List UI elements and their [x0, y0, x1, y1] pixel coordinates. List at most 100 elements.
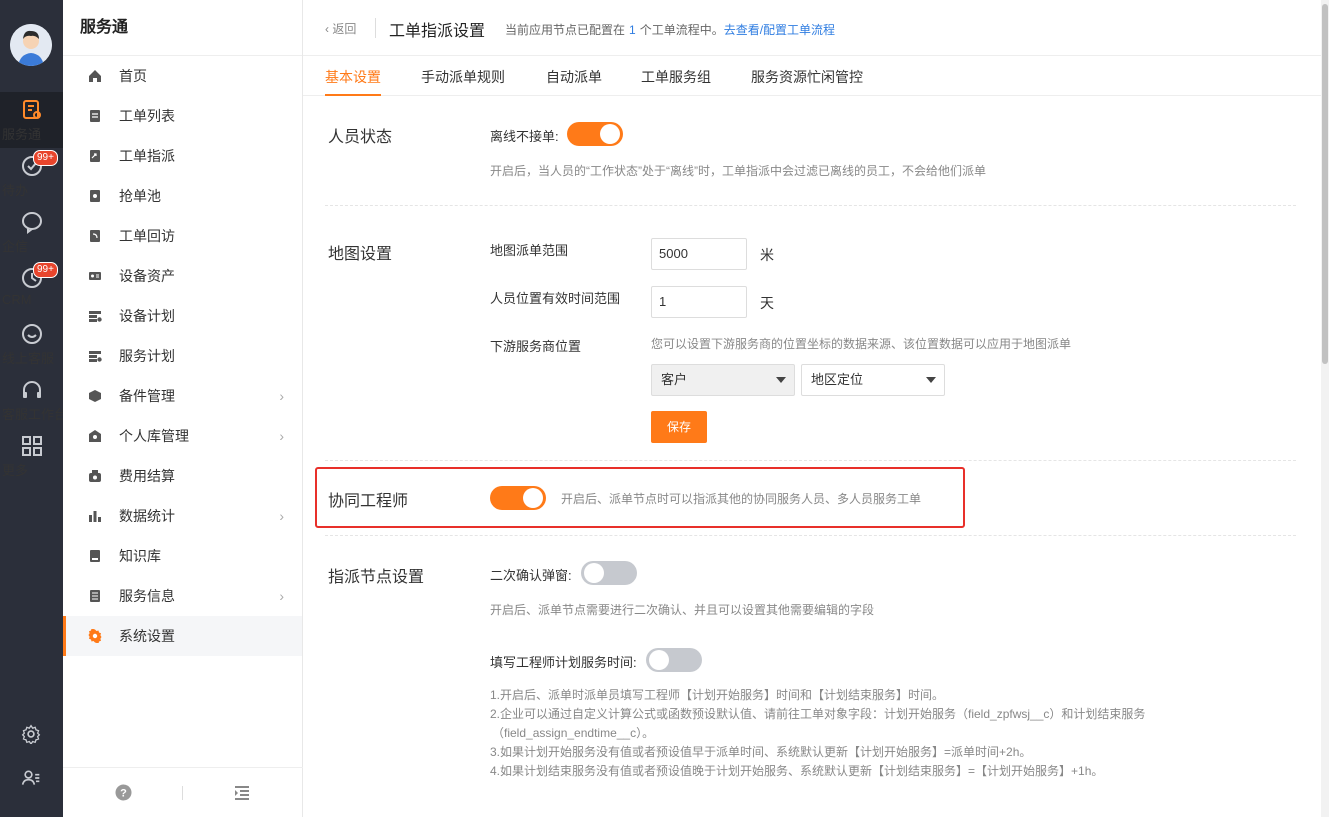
rail-item-crm[interactable]: 99+ CRM [0, 260, 63, 316]
section-map-title: 地图设置 [328, 246, 393, 263]
tab-auto-dispatch[interactable]: 自动派单 [546, 67, 602, 87]
rail-item-service[interactable]: 服务通 [0, 92, 63, 148]
sidebar-item-knowledge[interactable]: 知识库 [63, 536, 302, 576]
collapse-menu-icon[interactable] [233, 784, 251, 802]
location-valid-label: 人员位置有效时间范围 [490, 291, 621, 306]
page-header: ‹ 返回 工单指派设置 当前应用节点已配置在 1 个工单流程中。去查看/配置工单流程 [303, 0, 1321, 56]
note-line: 2.企业可以通过自定义计算公式或函数预设默认值、请前往工单对象字段：计划开始服务… [490, 707, 1146, 721]
app-rail: 服务通 99+ 待办 企信 99+ CRM 线上客服 客服工作台 更多 [0, 0, 67, 817]
rail-item-online-service[interactable]: 线上客服 [0, 316, 63, 372]
rail-label: 待办 [2, 183, 29, 198]
sidebar-item-device-plan[interactable]: 设备计划 [63, 296, 302, 336]
collaborative-engineer-hint: 开启后、派单节点时可以指派其他的协同服务人员、多人员服务工单 [561, 492, 922, 506]
sidebar-item-system-settings[interactable]: 系统设置 [63, 616, 302, 656]
rail-item-chat[interactable]: 企信 [0, 204, 63, 260]
rail-label: CRM [2, 292, 32, 307]
sidebar-item-label: 服务计划 [119, 348, 175, 364]
parts-icon [89, 390, 101, 402]
settings-gear-icon[interactable] [21, 724, 41, 744]
location-valid-input[interactable]: 1 [651, 286, 747, 318]
page-title: 工单指派设置 [389, 23, 486, 40]
sidebar-item-parts[interactable]: 备件管理 › [63, 376, 302, 416]
save-button[interactable]: 保存 [651, 411, 707, 443]
svg-text:?: ? [120, 788, 127, 800]
plan-time-notes: 1.开启后、派单时派单员填写工程师【计划开始服务】时间和【计划结束服务】时间。 … [490, 686, 1145, 781]
section-engineer-title: 协同工程师 [328, 493, 409, 510]
sidebar-item-asset[interactable]: 设备资产 [63, 256, 302, 296]
note-line: 1.开启后、派单时派单员填写工程师【计划开始服务】时间和【计划结束服务】时间。 [490, 688, 945, 702]
tab-bar: 基本设置 手动派单规则 自动派单 工单服务组 服务资源忙闲管控 [303, 56, 1321, 96]
vertical-scrollbar[interactable] [1321, 0, 1329, 817]
configure-workflow-link[interactable]: 去查看/配置工单流程 [724, 23, 835, 37]
sidebar-item-statistics[interactable]: 数据统计 › [63, 496, 302, 536]
header-divider [375, 18, 376, 38]
sidebar-item-service-info[interactable]: 服务信息 › [63, 576, 302, 616]
location-source-select[interactable]: 客户 [651, 364, 795, 396]
rail-item-headset[interactable]: 客服工作台 [0, 372, 67, 428]
personal-store-icon [89, 430, 101, 442]
sidebar-item-grab-pool[interactable]: 抢单池 [63, 176, 302, 216]
map-range-input[interactable]: 5000 [651, 238, 747, 270]
footer-divider [182, 786, 183, 800]
todo-badge: 99+ [33, 150, 58, 166]
sidebar-item-label: 工单指派 [119, 148, 175, 164]
sidebar-item-label: 知识库 [119, 548, 161, 564]
location-type-select[interactable]: 地区定位 [801, 364, 945, 396]
tab-service-group[interactable]: 工单服务组 [641, 67, 711, 87]
headset-icon [22, 381, 41, 398]
sidebar-item-order-assign[interactable]: 工单指派 [63, 136, 302, 176]
user-list-icon[interactable] [21, 768, 41, 788]
sidebar-item-label: 数据统计 [119, 508, 175, 524]
chevron-right-icon: › [279, 508, 284, 524]
sidebar: 服务通 首页 工单列表 工单指派 抢单池 工单回访 设备资产 设备计划 服务计划… [63, 0, 303, 817]
back-link[interactable]: ‹ 返回 [325, 20, 356, 37]
tab-resource-busy-control[interactable]: 服务资源忙闲管控 [751, 67, 863, 87]
confirm-popup-hint: 开启后、派单节点需要进行二次确认、并且可以设置其他需要编辑的字段 [490, 603, 875, 617]
sidebar-item-label: 抢单池 [119, 188, 161, 204]
plan-time-toggle[interactable] [646, 648, 702, 672]
rail-item-todo[interactable]: 99+ 待办 [0, 148, 63, 204]
location-valid-unit: 天 [760, 295, 774, 311]
confirm-popup-toggle[interactable] [581, 561, 637, 585]
sidebar-item-label: 个人库管理 [119, 428, 189, 444]
offline-hint: 开启后，当人员的“工作状态”处于“离线”时，工单指派中会过滤已离线的员工，不会给… [490, 164, 986, 178]
main-content: ‹ 返回 工单指派设置 当前应用节点已配置在 1 个工单流程中。去查看/配置工单流程… [303, 0, 1321, 817]
rail-label: 更多 [2, 463, 29, 478]
sidebar-item-service-plan[interactable]: 服务计划 [63, 336, 302, 376]
chat-bubble-icon [21, 212, 42, 234]
info-prefix: 当前应用节点已配置在 [505, 23, 626, 37]
downstream-location-label: 下游服务商位置 [490, 339, 582, 354]
asset-icon [89, 272, 101, 280]
rail-label: 线上客服 [2, 351, 55, 366]
scrollbar-thumb[interactable] [1322, 4, 1328, 364]
sidebar-item-label: 系统设置 [119, 628, 175, 644]
sidebar-item-order-list[interactable]: 工单列表 [63, 96, 302, 136]
crm-badge: 99+ [33, 262, 58, 278]
user-avatar[interactable] [10, 24, 52, 66]
offline-toggle[interactable] [567, 122, 623, 146]
revisit-icon [90, 230, 100, 242]
bar-chart-icon [89, 511, 101, 522]
online-service-icon [21, 324, 42, 344]
service-icon [22, 100, 41, 119]
sidebar-item-label: 工单列表 [119, 108, 175, 124]
sidebar-item-revisit[interactable]: 工单回访 [63, 216, 302, 256]
tab-manual-dispatch-rules[interactable]: 手动派单规则 [421, 67, 505, 87]
sidebar-item-home[interactable]: 首页 [63, 56, 302, 96]
help-icon[interactable]: ? [115, 784, 132, 801]
service-info-icon [90, 590, 100, 602]
back-label: 返回 [332, 22, 357, 36]
tab-basic-settings[interactable]: 基本设置 [325, 67, 381, 96]
section-assign-node-title: 指派节点设置 [328, 569, 425, 586]
settlement-icon [89, 470, 101, 482]
sidebar-item-settlement[interactable]: 费用结算 [63, 456, 302, 496]
chevron-right-icon: › [279, 388, 284, 404]
sidebar-item-personal-store[interactable]: 个人库管理 › [63, 416, 302, 456]
note-line: 4.如果计划结束服务没有值或者预设值晚于计划开始服务、系统默认更新【计划结束服务… [490, 764, 1104, 778]
info-suffix: 个工单流程中。 [639, 23, 724, 37]
rail-item-more[interactable]: 更多 [0, 428, 63, 484]
collaborative-engineer-toggle[interactable] [490, 486, 546, 510]
toggle-knob [649, 650, 669, 670]
map-range-label: 地图派单范围 [490, 243, 569, 258]
note-line: （field_assign_endtime__c）。 [492, 726, 655, 740]
